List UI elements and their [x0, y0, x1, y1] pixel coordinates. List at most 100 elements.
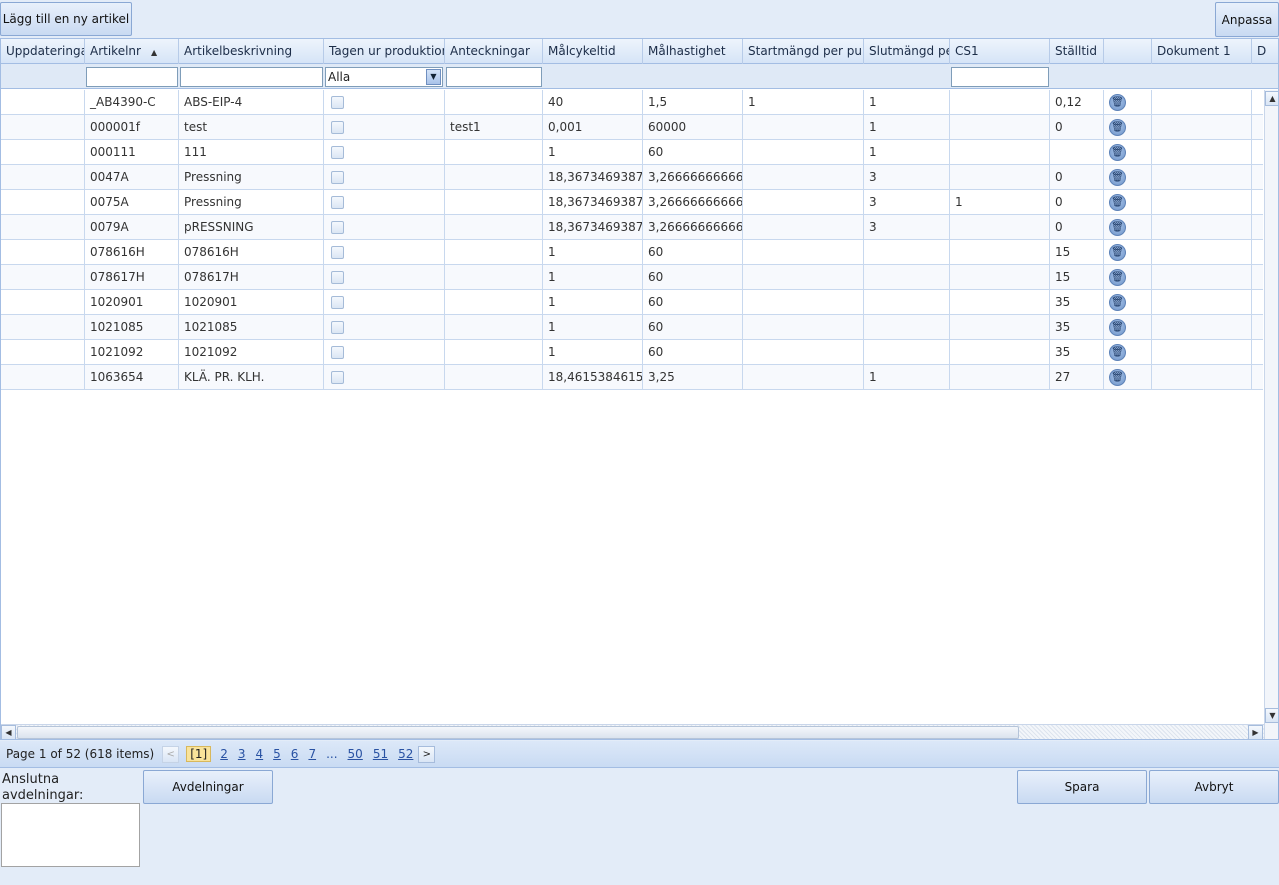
column-header-dokument-1[interactable]: Dokument 1: [1152, 39, 1252, 64]
filter-anteckningar-input[interactable]: [446, 67, 542, 87]
horizontal-scrollbar[interactable]: ◀ ▶: [1, 724, 1264, 739]
cell-stalltid: 15: [1050, 240, 1104, 264]
delete-icon[interactable]: 🗑: [1109, 344, 1126, 361]
column-header-malhastighet[interactable]: Målhastighet: [643, 39, 743, 64]
cell-anteckningar: [445, 340, 543, 364]
scroll-up-icon[interactable]: ▲: [1265, 91, 1278, 106]
production-checkbox[interactable]: [331, 171, 344, 184]
scroll-down-icon[interactable]: ▼: [1265, 708, 1278, 723]
production-checkbox[interactable]: [331, 96, 344, 109]
pager-page-link[interactable]: 50: [348, 747, 363, 761]
pager-page-link[interactable]: 3: [238, 747, 246, 761]
pager-page-link[interactable]: 52: [398, 747, 413, 761]
filter-cs1-input[interactable]: [951, 67, 1049, 87]
departments-button[interactable]: Avdelningar: [143, 770, 273, 804]
pager-page-link[interactable]: 51: [373, 747, 388, 761]
cell-cs1: [950, 215, 1050, 239]
column-header-startmangd-per-puls[interactable]: Startmängd per puls: [743, 39, 864, 64]
horizontal-scroll-thumb[interactable]: [17, 726, 1019, 739]
save-button[interactable]: Spara: [1017, 770, 1147, 804]
pager-page-link[interactable]: 4: [256, 747, 264, 761]
column-header-cs1[interactable]: CS1: [950, 39, 1050, 64]
production-checkbox[interactable]: [331, 196, 344, 209]
filter-artikelnr-input[interactable]: [86, 67, 178, 87]
chevron-right-icon[interactable]: >: [418, 745, 436, 763]
column-header-d[interactable]: D: [1252, 39, 1278, 64]
delete-icon[interactable]: 🗑: [1109, 94, 1126, 111]
chevron-left-icon[interactable]: <: [162, 745, 180, 763]
scroll-left-icon[interactable]: ◀: [1, 725, 16, 739]
table-row[interactable]: 000111 111 1 60 1 🗑: [1, 140, 1263, 165]
column-header-artikelnr[interactable]: Artikelnr ▲: [85, 39, 179, 64]
vertical-scrollbar[interactable]: ▲ ▼: [1264, 90, 1278, 739]
cell-actions: 🗑: [1104, 290, 1152, 314]
column-header-uppdateringar[interactable]: Uppdateringar: [1, 39, 85, 64]
delete-icon[interactable]: 🗑: [1109, 294, 1126, 311]
table-row[interactable]: 078617H 078617H 1 60 15 🗑: [1, 265, 1263, 290]
pager-ellipsis[interactable]: ...: [326, 747, 337, 761]
column-header-malcykeltid[interactable]: Målcykeltid: [543, 39, 643, 64]
cell-uppdateringar: [1, 140, 85, 164]
cancel-button[interactable]: Avbryt: [1149, 770, 1279, 804]
column-header-tagen-ur-produktion[interactable]: Tagen ur produktion: [324, 39, 445, 64]
cell-stalltid: [1050, 140, 1104, 164]
production-checkbox[interactable]: [331, 346, 344, 359]
scroll-right-icon[interactable]: ▶: [1248, 725, 1263, 739]
production-checkbox[interactable]: [331, 121, 344, 134]
pager-page-link[interactable]: 5: [273, 747, 281, 761]
table-row[interactable]: 1021092 1021092 1 60 35 🗑: [1, 340, 1263, 365]
table-row[interactable]: 1021085 1021085 1 60 35 🗑: [1, 315, 1263, 340]
column-header-actions[interactable]: [1104, 39, 1152, 64]
table-row[interactable]: _AB4390-C ABS-EIP-4 40 1,5 1 1 0,12 🗑: [1, 90, 1263, 115]
column-header-anteckningar[interactable]: Anteckningar: [445, 39, 543, 64]
production-checkbox[interactable]: [331, 371, 344, 384]
connected-departments-label: Anslutna avdelningar:: [2, 772, 84, 803]
table-row[interactable]: 1063654KLÄ. PR. KLH. 18,4615384615383,25 1…: [1, 365, 1263, 390]
column-header-slutmangd-per[interactable]: Slutmängd per: [864, 39, 950, 64]
customize-button[interactable]: Anpassa: [1215, 2, 1279, 37]
add-article-button[interactable]: Lägg till en ny artikel: [0, 2, 132, 36]
filter-artikelbeskrivning-input[interactable]: [180, 67, 323, 87]
cell-uppdateringar: [1, 90, 85, 114]
pager-page-link[interactable]: 2: [220, 747, 228, 761]
cell-artikelbeskrivning: 1020901: [179, 290, 324, 314]
cell-artikelbeskrivning: 1021085: [179, 315, 324, 339]
production-checkbox[interactable]: [331, 146, 344, 159]
production-checkbox[interactable]: [331, 296, 344, 309]
production-checkbox[interactable]: [331, 221, 344, 234]
production-checkbox[interactable]: [331, 321, 344, 334]
cell-anteckningar: [445, 265, 543, 289]
delete-icon[interactable]: 🗑: [1109, 319, 1126, 336]
production-checkbox[interactable]: [331, 246, 344, 259]
cell-startmangd-per-puls: [743, 340, 864, 364]
table-row[interactable]: 0047APressning 18,3673469387753,266666666…: [1, 165, 1263, 190]
filter-production-select[interactable]: Alla ▼: [325, 67, 443, 87]
column-header-artikelbeskrivning[interactable]: Artikelbeskrivning: [179, 39, 324, 64]
table-row[interactable]: 078616H 078616H 1 60 15 🗑: [1, 240, 1263, 265]
cell-artikelbeskrivning: Pressning: [179, 165, 324, 189]
delete-icon[interactable]: 🗑: [1109, 144, 1126, 161]
connected-departments-list[interactable]: [1, 803, 140, 867]
pager-page-link[interactable]: 7: [308, 747, 316, 761]
cell-anteckningar: [445, 165, 543, 189]
production-checkbox[interactable]: [331, 271, 344, 284]
delete-icon[interactable]: 🗑: [1109, 244, 1126, 261]
cell-cs1: [950, 240, 1050, 264]
table-row[interactable]: 000001f test test1 0,001 60000 1 0 🗑: [1, 115, 1263, 140]
cell-startmangd-per-puls: [743, 265, 864, 289]
delete-icon[interactable]: 🗑: [1109, 119, 1126, 136]
cell-tagen-ur-produktion: [324, 340, 445, 364]
cell-malcykeltid: 1: [543, 340, 643, 364]
table-row[interactable]: 1020901 1020901 1 60 35 🗑: [1, 290, 1263, 315]
delete-icon[interactable]: 🗑: [1109, 219, 1126, 236]
delete-icon[interactable]: 🗑: [1109, 194, 1126, 211]
column-header-stalltid[interactable]: Ställtid: [1050, 39, 1104, 64]
table-row[interactable]: 0075APressning 18,3673469387753,266666666…: [1, 190, 1263, 215]
cell-malhastighet: 60: [643, 240, 743, 264]
delete-icon[interactable]: 🗑: [1109, 169, 1126, 186]
pager-page-link[interactable]: 6: [291, 747, 299, 761]
table-row[interactable]: 0079ApRESSNING 18,3673469387753,266666666…: [1, 215, 1263, 240]
delete-icon[interactable]: 🗑: [1109, 369, 1126, 386]
chevron-down-icon[interactable]: ▼: [426, 69, 441, 85]
delete-icon[interactable]: 🗑: [1109, 269, 1126, 286]
